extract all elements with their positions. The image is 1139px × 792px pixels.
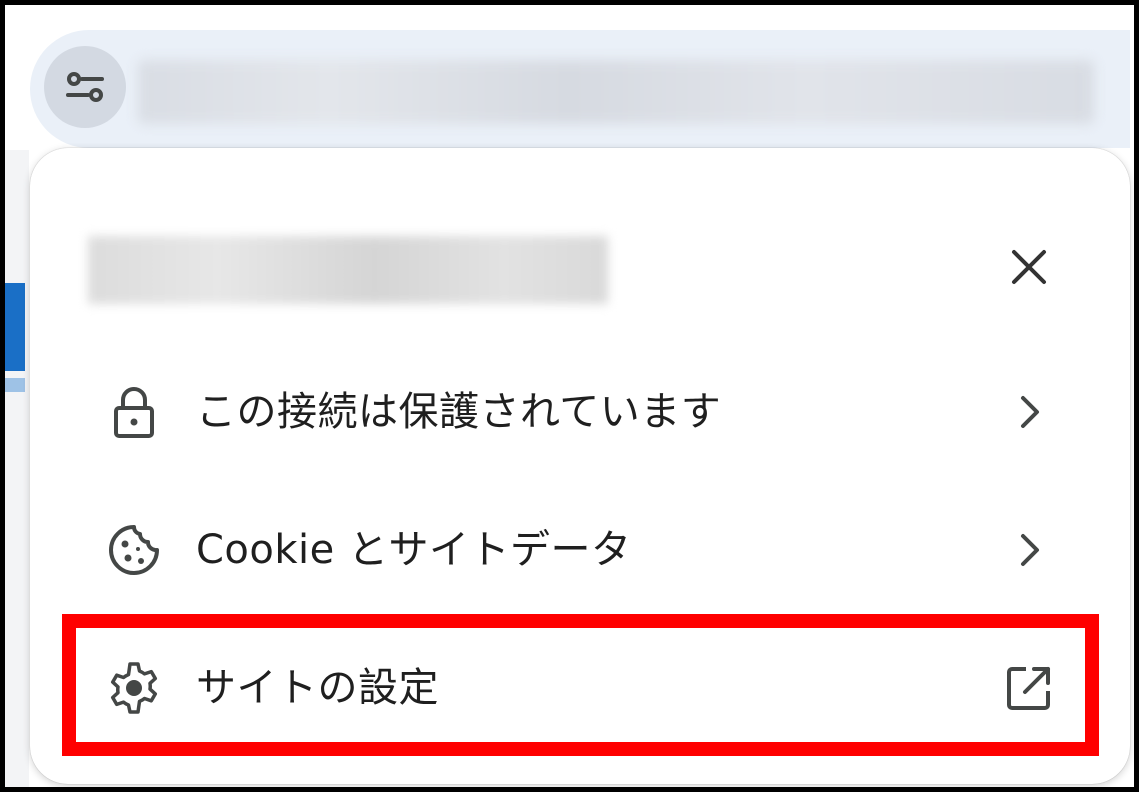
chevron-right-icon (996, 379, 1062, 445)
open-in-new-icon (996, 655, 1062, 721)
url-text-redacted[interactable] (138, 60, 1094, 124)
page-background-accent (5, 283, 25, 371)
close-icon (1012, 250, 1046, 284)
cookie-icon (104, 520, 164, 580)
close-button[interactable] (996, 234, 1062, 300)
tune-icon (66, 72, 104, 102)
cookies-row[interactable]: Cookie とサイトデータ (30, 490, 1130, 610)
site-info-button[interactable] (44, 46, 126, 128)
connection-secure-row[interactable]: この接続は保護されています (30, 352, 1130, 472)
site-settings-row[interactable]: サイトの設定 (30, 628, 1130, 748)
site-settings-label: サイトの設定 (196, 665, 439, 711)
gear-icon (104, 658, 164, 718)
popup-domain-redacted (88, 236, 608, 304)
cookies-label: Cookie とサイトデータ (196, 527, 632, 573)
page-background (5, 150, 29, 790)
page-background-line (5, 378, 25, 392)
connection-secure-label: この接続は保護されています (196, 389, 722, 435)
chevron-right-icon (996, 517, 1062, 583)
lock-icon (104, 382, 164, 442)
